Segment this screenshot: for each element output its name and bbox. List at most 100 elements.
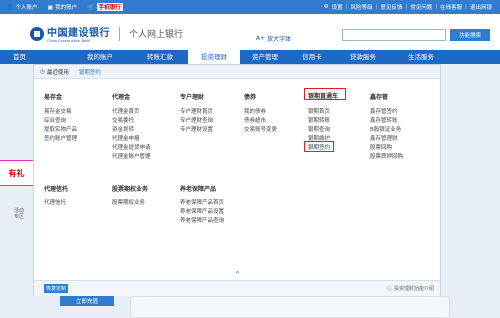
recent-item-link[interactable]: 银期签约 (79, 68, 101, 76)
promo-ad[interactable]: 有礼 (0, 160, 34, 186)
bank-logo[interactable]: 中国建设银行 China Construction Bank 个人网上银行 (30, 24, 183, 43)
menu-item[interactable]: 养老保障产品设置 (180, 207, 224, 215)
recent-used-bar: ◷ 最近使用 银期签约 (34, 65, 440, 79)
menu-item[interactable]: 养老保障产品查询 (180, 216, 224, 224)
promo-link[interactable]: 🛒 手机银行 (87, 3, 123, 11)
top-link-risk[interactable]: 风险等级 (350, 3, 372, 11)
user-icon: 👤 (6, 3, 14, 11)
header: 中国建设银行 China Construction Bank 个人网上银行 A+… (0, 14, 500, 50)
menu-item[interactable]: 代理金申报 (112, 134, 140, 142)
investment-menu-panel: ◷ 最近使用 银期签约 易存金 易存金交易 综合查询 提取实物产品 签约账户管理 … (33, 64, 441, 296)
top-link-faq[interactable]: 常见问题 (410, 3, 432, 11)
function-intro-link[interactable]: ⓘ 投资理财功能介绍 (387, 285, 434, 292)
menu-item[interactable]: 鑫存管转账 (370, 116, 398, 124)
ccb-logo-icon (30, 26, 44, 41)
menu-item[interactable]: 交易账号变更 (244, 125, 277, 133)
left-note-line: 专区 (14, 214, 25, 220)
menu-item[interactable]: 股票回购 (370, 143, 392, 151)
logo-divider (119, 26, 120, 41)
cart-icon: 🛒 (87, 3, 95, 11)
nav-item-credit-card[interactable]: 信用卡 (297, 50, 327, 64)
category-title: 股票期权业务 (112, 186, 149, 193)
menu-item[interactable]: 鑫存管签约 (370, 107, 398, 115)
menu-item-futures-sign[interactable]: 银期签约 (308, 143, 330, 151)
menu-item[interactable]: 代理金提货申请 (112, 143, 151, 151)
menu-item[interactable]: 易存金交易 (44, 107, 72, 115)
menu-item[interactable]: 签约账户管理 (44, 134, 77, 142)
top-link-logout[interactable]: 退出网银 (470, 3, 492, 11)
top-separator: | (435, 4, 438, 10)
recent-used-label: ◷ 最近使用 (40, 68, 69, 76)
category-title: 鑫存管 (370, 94, 389, 101)
menu-item[interactable]: 养老保障产品首页 (180, 198, 224, 206)
logo-english: China Construction Bank (47, 39, 91, 43)
menu-item[interactable]: 交易委托 (112, 116, 134, 124)
clock-icon: ◷ (40, 68, 45, 75)
menu-item[interactable]: 银期首页 (308, 107, 330, 115)
menu-item[interactable]: 债券超市 (244, 116, 266, 124)
background-card (130, 296, 450, 318)
info-icon: ⓘ (386, 286, 392, 292)
personal-account-link[interactable]: 👤 个人账户 (6, 3, 38, 12)
category-title: 代理金 (112, 94, 131, 101)
top-separator: | (465, 4, 467, 10)
left-side-note[interactable]: 活动 专区 (14, 208, 24, 220)
my-account-link[interactable]: ▣ 我的账户 (47, 3, 78, 12)
zoom-font-button[interactable]: A+ 放大字体 (256, 34, 291, 43)
category-title: 易存金 (44, 94, 63, 101)
category-title: 代理信托 (44, 186, 69, 193)
nav-item-life[interactable]: 生活服务 (401, 50, 441, 64)
top-separator: | (405, 4, 408, 10)
menu-item[interactable]: 专户理财设置 (180, 125, 213, 133)
menu-item[interactable]: 专户理财首页 (180, 107, 213, 115)
nav-item-transfer[interactable]: 转账汇款 (140, 50, 180, 64)
wallet-icon: ▣ (47, 3, 54, 11)
nav-item-assets[interactable]: 资产管理 (245, 50, 285, 64)
top-link-feedback[interactable]: 意见反馈 (380, 3, 402, 11)
menu-item[interactable]: 我的债券 (244, 107, 266, 115)
recent-used-text: 最近使用 (46, 69, 69, 76)
search-button[interactable]: 功能搜索 (450, 29, 490, 41)
main-nav: 首页 我的账户 转账汇款 投资理财 资产管理 信用卡 贷款服务 生活服务 (0, 50, 500, 64)
settings-gear-icon: ⚙ (323, 4, 329, 10)
promo-badge: 手机银行 (96, 3, 123, 11)
top-link-settings[interactable]: 设置 (332, 3, 343, 11)
menu-item[interactable]: 股票期权业务 (112, 198, 145, 206)
menu-item[interactable]: B股银证业务 (370, 125, 401, 133)
nav-item-account[interactable]: 我的账户 (80, 50, 120, 64)
search-input[interactable] (342, 29, 446, 41)
menu-item[interactable]: 鑫存管理财 (370, 134, 398, 142)
my-account-label: 我的账户 (55, 5, 78, 11)
collapse-chevron-up-icon[interactable]: ⌃ (234, 270, 241, 279)
category-title: 银期直通车 (308, 93, 339, 100)
top-separator: | (345, 4, 348, 10)
menu-item[interactable]: 股票质押回购 (370, 152, 403, 160)
menu-item[interactable]: 专户理财查询 (180, 116, 213, 124)
font-size-icon: A+ (256, 35, 266, 42)
menu-item[interactable]: 银期查询 (308, 125, 330, 133)
zoom-label: 放大字体 (267, 36, 292, 43)
panel-footer: 恢复定制 ⓘ 投资理财功能介绍 (34, 280, 440, 296)
restore-custom-button[interactable]: 恢复定制 (44, 284, 68, 293)
menu-item[interactable]: 资金划转 (112, 125, 134, 133)
top-link-service[interactable]: 在线客服 (440, 3, 462, 11)
menu-item[interactable]: 代理金账户管理 (112, 152, 151, 160)
menu-item[interactable]: 代理信托 (44, 198, 66, 206)
site-subtitle: 个人网上银行 (129, 30, 184, 40)
top-bar: 👤 个人账户 ▣ 我的账户 🛒 手机银行 ⚙ 设置 | 风险等级 | 意见反馈 | 常见问题… (0, 0, 500, 14)
menu-item[interactable]: 综合查询 (44, 116, 66, 124)
category-title: 债券 (244, 94, 257, 101)
category-title: 养老保障产品 (180, 186, 217, 193)
menu-item[interactable]: 银期转账 (308, 116, 330, 124)
recharge-button[interactable]: 立即充值 (60, 296, 114, 306)
category-title: 专户理财 (180, 94, 205, 101)
nav-item-home[interactable]: 首页 (7, 50, 32, 64)
nav-item-loans[interactable]: 贷款服务 (343, 50, 383, 64)
logo-chinese: 中国建设银行 (47, 28, 110, 39)
menu-item[interactable]: 代理金首页 (112, 107, 140, 115)
menu-item[interactable]: 提取实物产品 (44, 125, 77, 133)
function-intro-label: 投资理财功能介绍 (393, 286, 434, 292)
top-separator: | (375, 4, 378, 10)
personal-account-label: 个人账户 (15, 5, 38, 11)
nav-item-investment[interactable]: 投资理财 (188, 50, 240, 64)
